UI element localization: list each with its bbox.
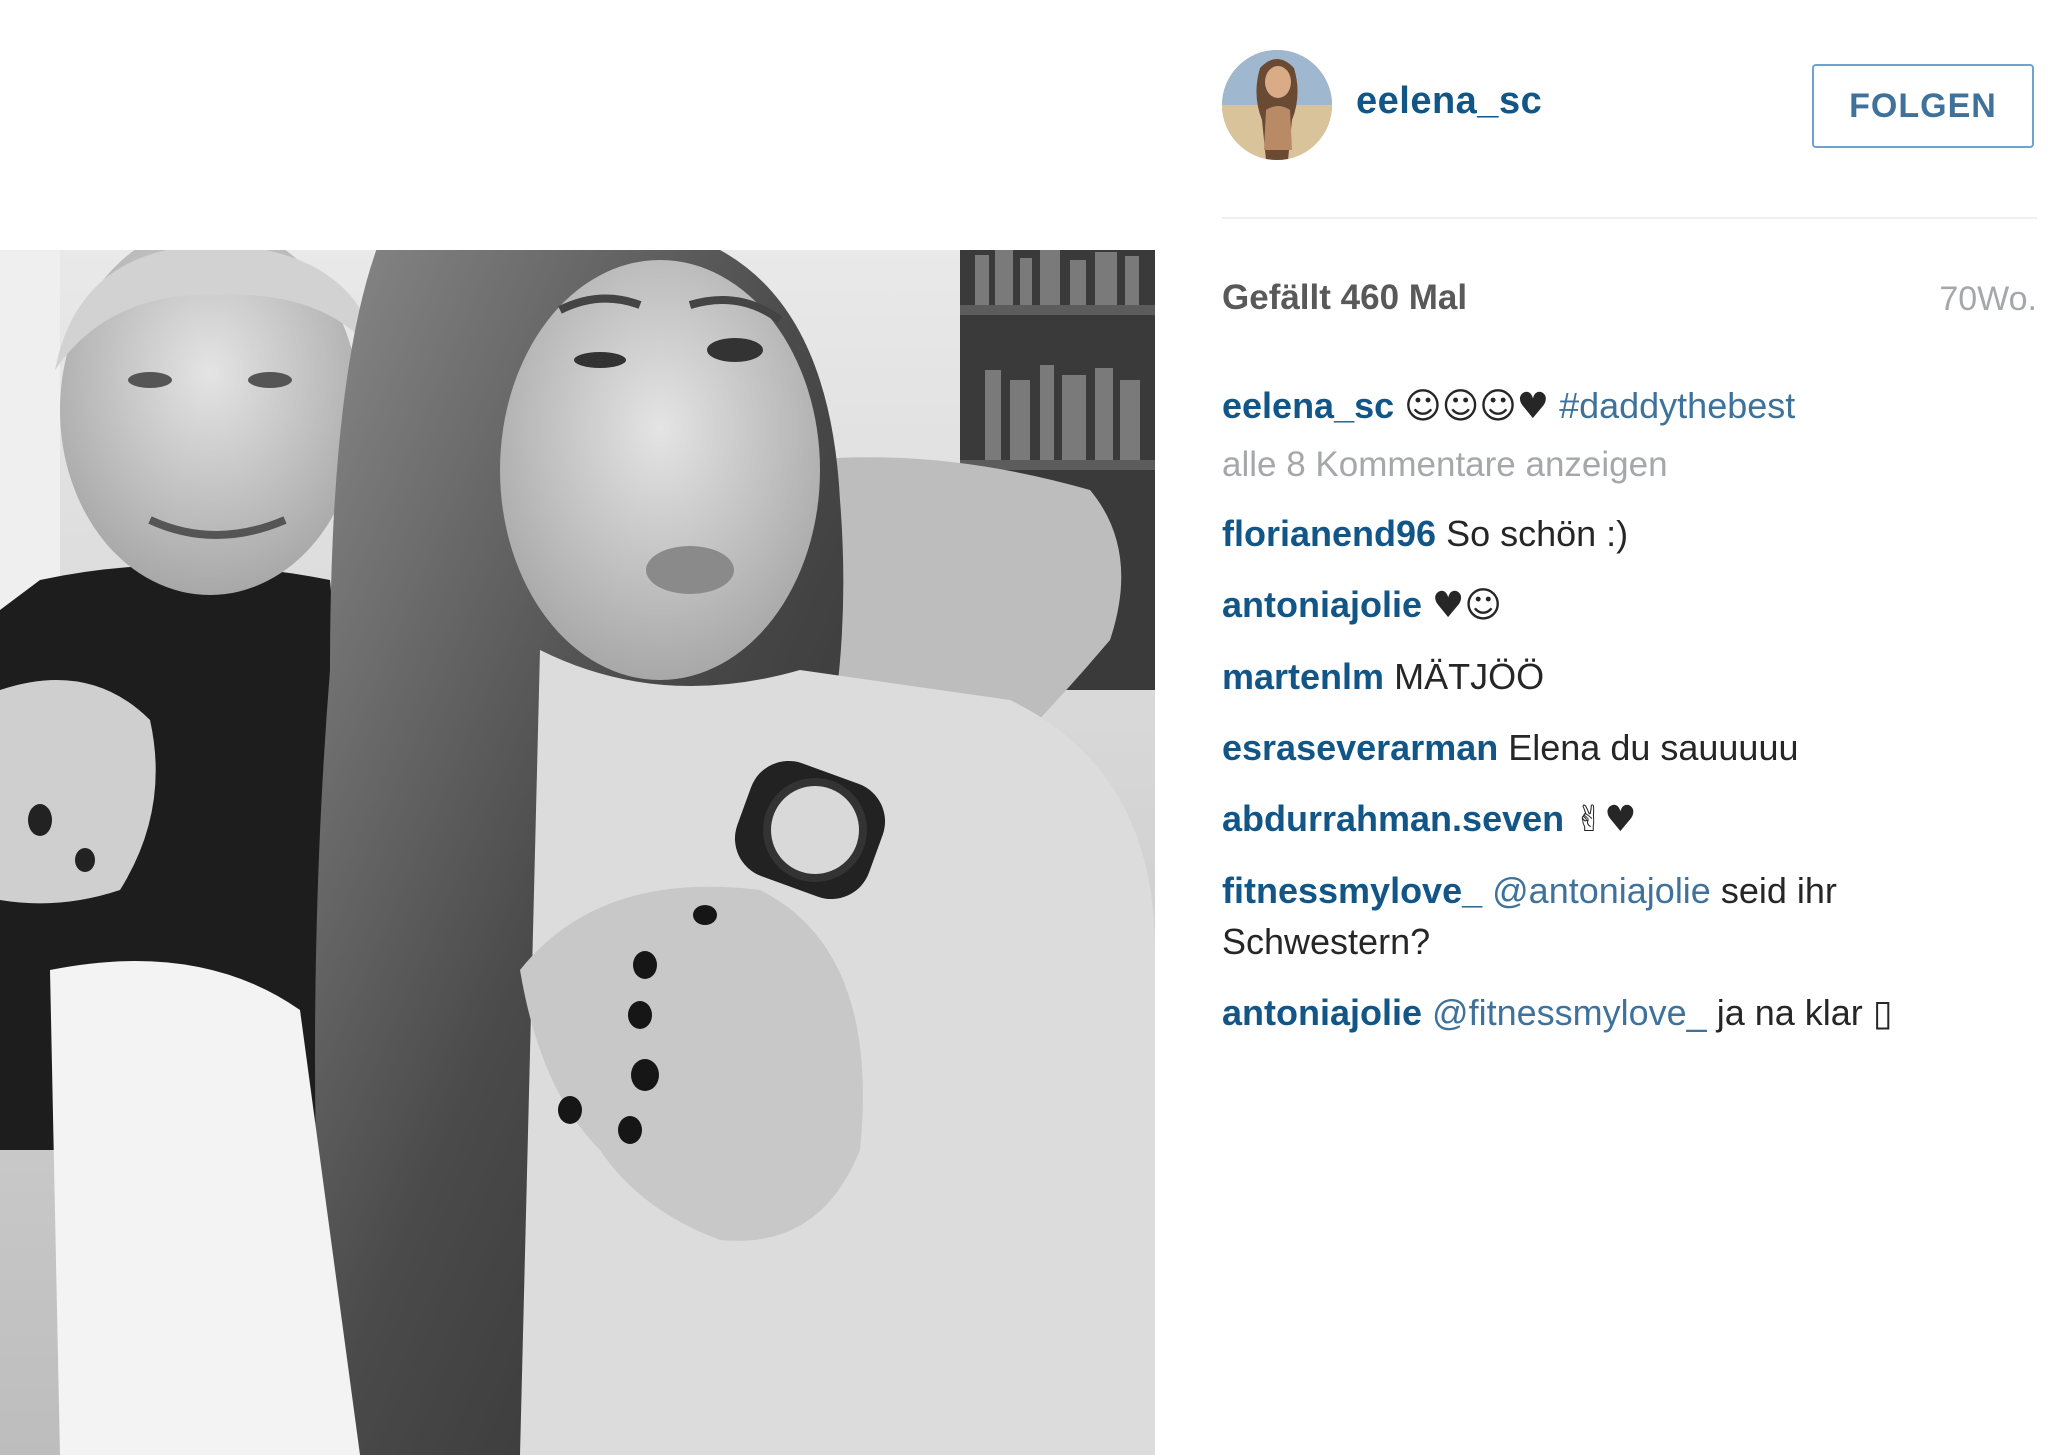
comment-text: ♥☺: [1432, 585, 1502, 626]
comment-username[interactable]: esraseverarman: [1222, 727, 1498, 768]
caption-hashtag[interactable]: #daddythebest: [1559, 385, 1795, 426]
comment: fitnessmylove_ @antoniajolie seid ihr Sc…: [1222, 865, 2037, 967]
caption: eelena_sc ☺☺☺♥ #daddythebest: [1222, 380, 2037, 432]
post-photo[interactable]: [0, 250, 1155, 1455]
post-photo-illustration: [0, 250, 1155, 1455]
comment-mention[interactable]: @antoniajolie: [1492, 870, 1711, 911]
post-sidebar: eelena_sc FOLGEN Gefällt 460 Mal 70Wo. e…: [1222, 0, 2037, 1455]
view-all-comments-link[interactable]: alle 8 Kommentare anzeigen: [1222, 442, 2037, 488]
comment-username[interactable]: fitnessmylove_: [1222, 870, 1482, 911]
post-age[interactable]: 70Wo.: [1939, 280, 2037, 319]
comment-text: Elena du sauuuuu: [1508, 727, 1799, 768]
comment-username[interactable]: antoniajolie: [1222, 992, 1422, 1033]
caption-username[interactable]: eelena_sc: [1222, 385, 1394, 426]
comment: esraseverarman Elena du sauuuuu: [1222, 722, 2037, 773]
avatar-image: [1222, 50, 1332, 160]
comment-text: ja na klar ▯: [1716, 992, 1893, 1033]
comment-text: MÄTJÖÖ: [1394, 656, 1545, 697]
comment: antoniajolie ♥☺: [1222, 579, 2037, 631]
comment: abdurrahman.seven ✌♥: [1222, 793, 2037, 845]
header-divider: [1222, 217, 2037, 219]
comment-mention[interactable]: @fitnessmylove_: [1432, 992, 1707, 1033]
comment: florianend96 So schön :): [1222, 508, 2037, 559]
comment: martenlm MÄTJÖÖ: [1222, 651, 2037, 702]
comment-text: So schön :): [1446, 513, 1629, 554]
caption-emoji: ☺☺☺♥: [1404, 386, 1550, 427]
comment-username[interactable]: florianend96: [1222, 513, 1436, 554]
comment-username[interactable]: antoniajolie: [1222, 584, 1422, 625]
avatar[interactable]: [1222, 50, 1332, 160]
comment-username[interactable]: martenlm: [1222, 656, 1384, 697]
comment-text: ✌♥: [1574, 799, 1637, 840]
likes-count[interactable]: Gefällt 460 Mal: [1222, 278, 1467, 318]
comment-username[interactable]: abdurrahman.seven: [1222, 798, 1564, 839]
comments-list: eelena_sc ☺☺☺♥ #daddythebest alle 8 Komm…: [1222, 380, 2037, 1058]
comment: antoniajolie @fitnessmylove_ ja na klar …: [1222, 987, 2037, 1038]
post-header: eelena_sc FOLGEN: [1222, 50, 2037, 165]
post-author-username[interactable]: eelena_sc: [1356, 80, 1542, 123]
follow-button[interactable]: FOLGEN: [1812, 64, 2034, 148]
